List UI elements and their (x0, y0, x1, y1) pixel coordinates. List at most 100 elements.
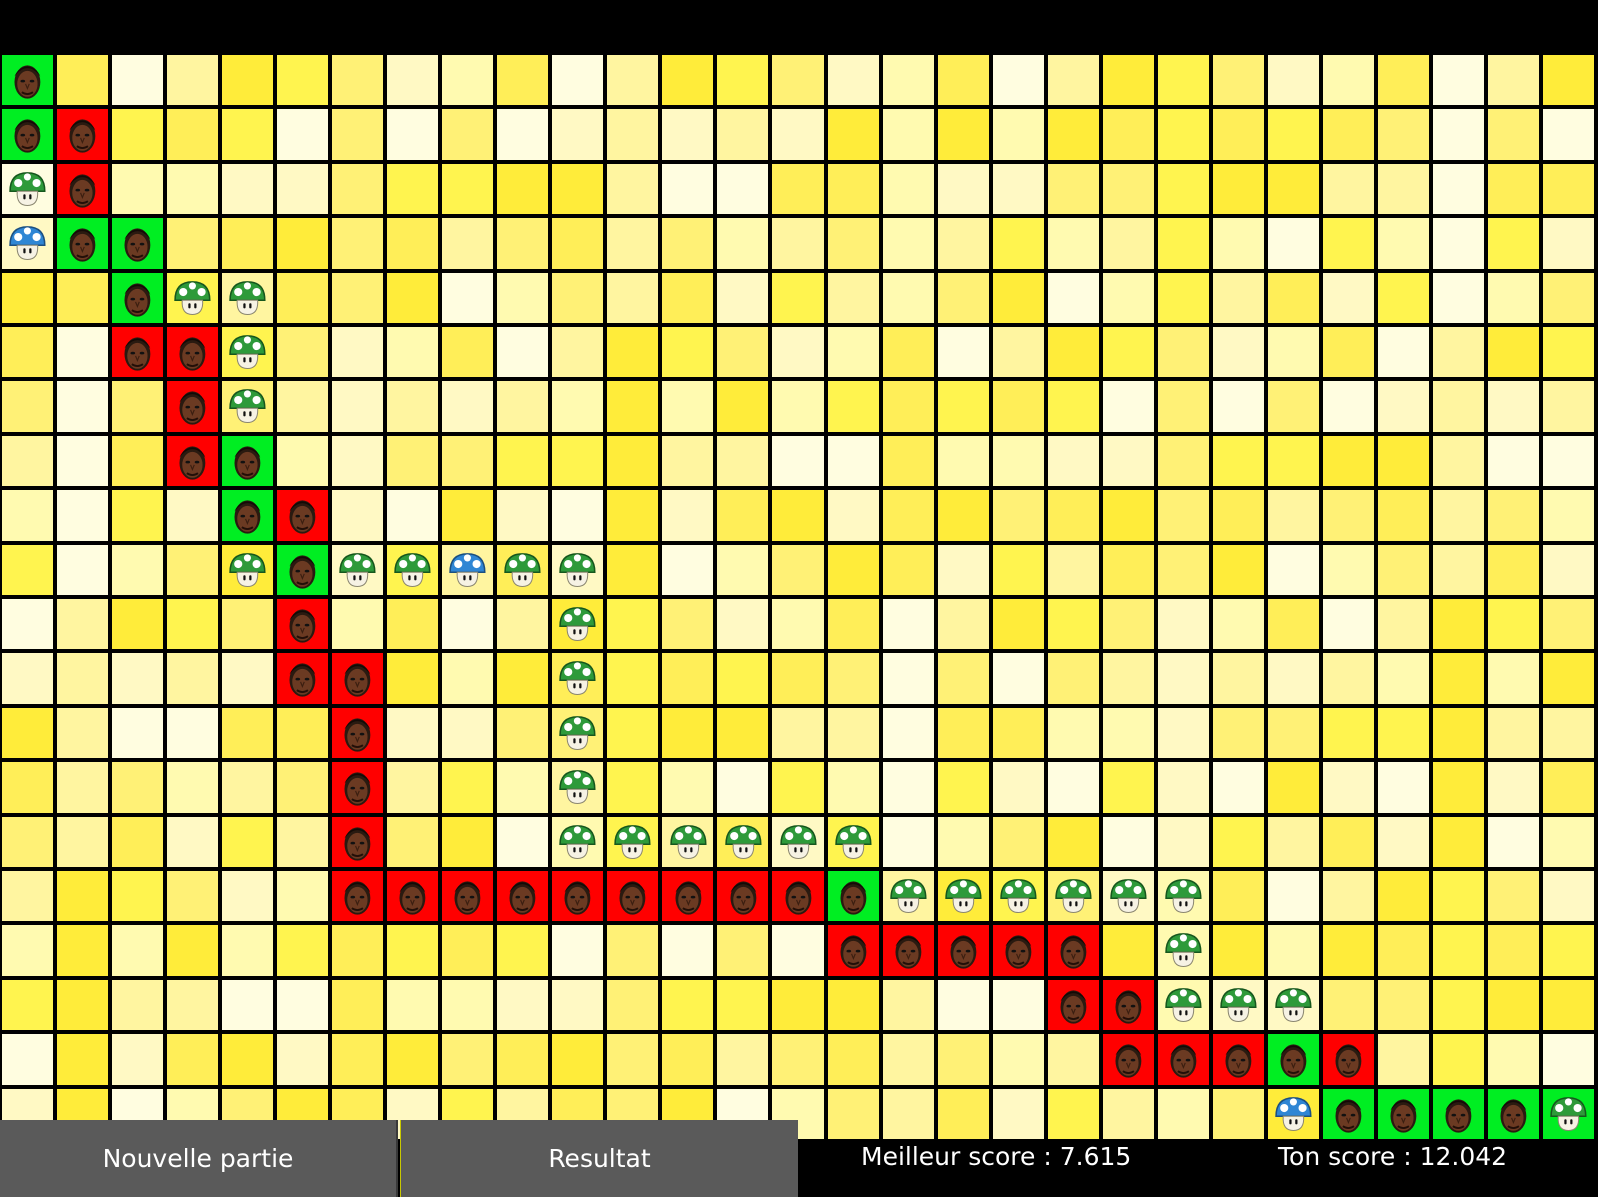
board-cell[interactable] (882, 979, 934, 1031)
board-cell[interactable] (552, 925, 604, 976)
board-cell[interactable] (1377, 979, 1429, 1031)
board-cell[interactable] (112, 707, 164, 759)
board-cell[interactable] (442, 816, 494, 867)
face-cell[interactable] (1212, 1034, 1264, 1085)
face-cell[interactable] (937, 925, 989, 976)
face-cell[interactable] (1102, 1034, 1154, 1085)
board-cell[interactable] (332, 925, 384, 976)
board-cell[interactable] (662, 925, 714, 976)
board-cell[interactable] (1487, 1034, 1539, 1085)
board-cell[interactable] (442, 925, 494, 976)
board-cell[interactable] (497, 653, 549, 704)
board-cell[interactable] (2, 544, 54, 595)
board-cell[interactable] (992, 979, 1044, 1031)
board-cell[interactable] (1487, 871, 1539, 922)
board-cell[interactable] (1377, 599, 1429, 650)
board-cell[interactable] (112, 816, 164, 867)
board-cell[interactable] (772, 327, 824, 378)
board-cell[interactable] (717, 925, 769, 976)
board-cell[interactable] (497, 55, 549, 106)
board-cell[interactable] (607, 435, 659, 487)
board-cell[interactable] (1542, 1034, 1594, 1085)
board-cell[interactable] (112, 490, 164, 541)
mushroom-cell[interactable] (1157, 871, 1209, 922)
face-cell[interactable] (332, 871, 384, 922)
result-button[interactable]: Resultat (400, 1120, 798, 1197)
mushroom-cell[interactable] (1102, 871, 1154, 922)
board-cell[interactable] (1102, 218, 1154, 269)
board-cell[interactable] (1157, 55, 1209, 106)
board-cell[interactable] (222, 707, 274, 759)
board-cell[interactable] (1102, 272, 1154, 323)
board-cell[interactable] (1322, 272, 1374, 323)
board-cell[interactable] (772, 490, 824, 541)
board-cell[interactable] (1157, 435, 1209, 487)
board-cell[interactable] (772, 599, 824, 650)
board-cell[interactable] (387, 816, 439, 867)
board-cell[interactable] (1212, 653, 1264, 704)
board-cell[interactable] (1212, 381, 1264, 432)
board-cell[interactable] (1047, 762, 1099, 813)
mushroom-cell[interactable] (552, 653, 604, 704)
board-cell[interactable] (1157, 163, 1209, 215)
board-cell[interactable] (1487, 599, 1539, 650)
face-cell[interactable] (717, 871, 769, 922)
board-cell[interactable] (387, 327, 439, 378)
board-cell[interactable] (222, 762, 274, 813)
board-cell[interactable] (882, 707, 934, 759)
board-cell[interactable] (1432, 327, 1484, 378)
board-cell[interactable] (1487, 762, 1539, 813)
board-cell[interactable] (387, 762, 439, 813)
face-cell[interactable] (497, 871, 549, 922)
board-cell[interactable] (1157, 816, 1209, 867)
board-cell[interactable] (1322, 381, 1374, 432)
board-cell[interactable] (1102, 381, 1154, 432)
board-cell[interactable] (277, 272, 329, 323)
mushroom-cell[interactable] (332, 544, 384, 595)
board-cell[interactable] (497, 109, 549, 160)
board-cell[interactable] (222, 1034, 274, 1085)
board-cell[interactable] (1432, 272, 1484, 323)
board-cell[interactable] (1377, 871, 1429, 922)
board-cell[interactable] (167, 979, 219, 1031)
board-cell[interactable] (332, 490, 384, 541)
board-cell[interactable] (552, 1034, 604, 1085)
board-cell[interactable] (1047, 653, 1099, 704)
board-cell[interactable] (717, 109, 769, 160)
board-cell[interactable] (167, 599, 219, 650)
board-cell[interactable] (607, 1034, 659, 1085)
board-cell[interactable] (277, 762, 329, 813)
board-cell[interactable] (1487, 925, 1539, 976)
board-cell[interactable] (167, 762, 219, 813)
board-cell[interactable] (1322, 544, 1374, 595)
face-cell[interactable] (1157, 1034, 1209, 1085)
board-cell[interactable] (57, 272, 109, 323)
board-cell[interactable] (827, 272, 879, 323)
board-cell[interactable] (827, 599, 879, 650)
board-cell[interactable] (2, 490, 54, 541)
board-cell[interactable] (1267, 762, 1319, 813)
mushroom-cell[interactable] (717, 816, 769, 867)
face-cell[interactable] (772, 871, 824, 922)
board-cell[interactable] (1047, 163, 1099, 215)
board-cell[interactable] (937, 327, 989, 378)
board-cell[interactable] (1212, 762, 1264, 813)
mushroom-cell[interactable] (552, 599, 604, 650)
mushroom-cell[interactable] (1212, 979, 1264, 1031)
face-cell[interactable] (992, 925, 1044, 976)
board-cell[interactable] (937, 1034, 989, 1085)
board-cell[interactable] (1322, 707, 1374, 759)
mushroom-cell[interactable] (662, 816, 714, 867)
board-cell[interactable] (992, 490, 1044, 541)
board-cell[interactable] (332, 109, 384, 160)
board-cell[interactable] (387, 707, 439, 759)
board-cell[interactable] (827, 163, 879, 215)
board-cell[interactable] (772, 435, 824, 487)
board-cell[interactable] (1157, 109, 1209, 160)
board-cell[interactable] (552, 435, 604, 487)
face-cell[interactable] (57, 109, 109, 160)
board-cell[interactable] (1487, 327, 1539, 378)
board-cell[interactable] (607, 544, 659, 595)
board-cell[interactable] (277, 435, 329, 487)
face-cell[interactable] (827, 925, 879, 976)
